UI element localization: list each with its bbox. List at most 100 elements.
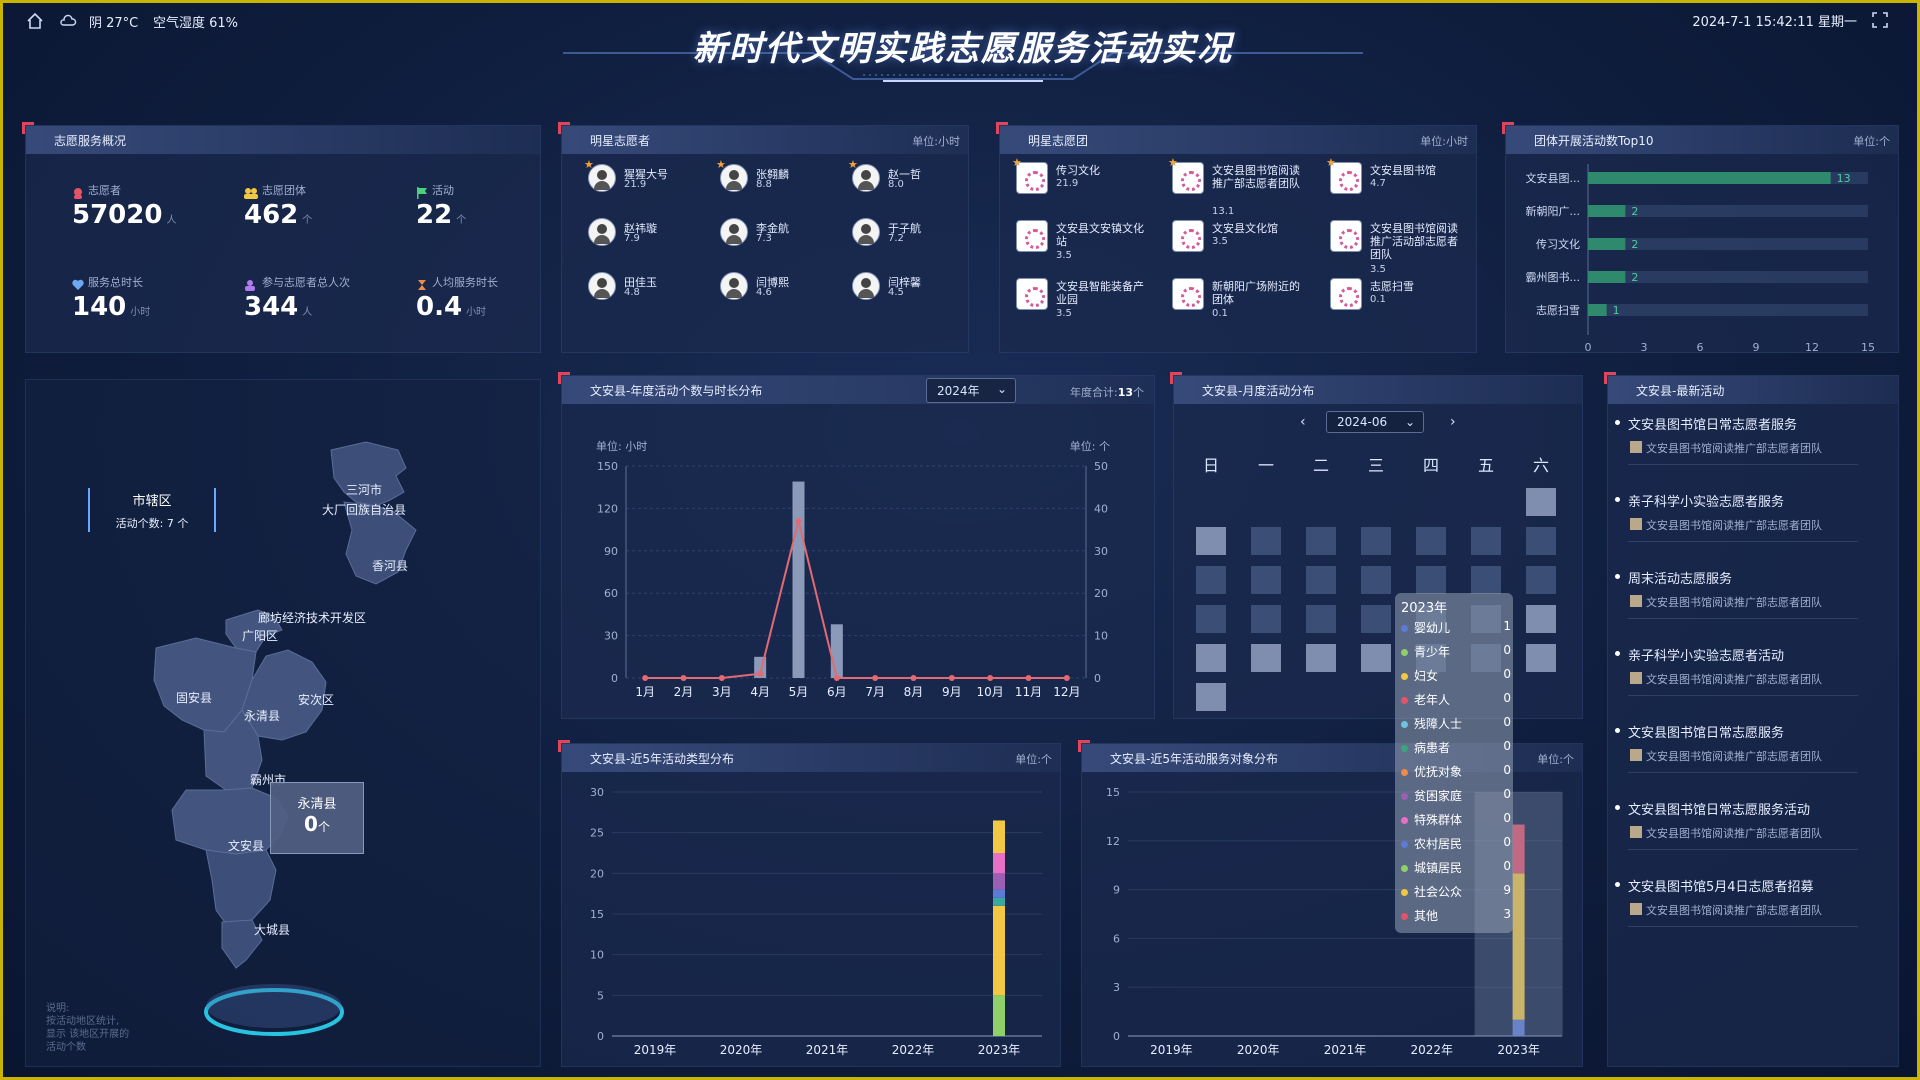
stack-xtick: 2022年 bbox=[892, 1043, 935, 1057]
annual-point[interactable] bbox=[833, 675, 840, 681]
prev-month-button[interactable]: ‹ bbox=[1300, 414, 1306, 430]
annual-point[interactable] bbox=[718, 675, 725, 681]
calendar-day[interactable] bbox=[1526, 488, 1556, 516]
latest-item-title[interactable]: 亲子科学小实验志愿者活动 bbox=[1615, 645, 1858, 664]
calendar-day[interactable] bbox=[1361, 605, 1391, 633]
annual-point[interactable] bbox=[948, 675, 955, 681]
annual-y2tick: 0 bbox=[1094, 672, 1101, 685]
top10-tick: 15 bbox=[1861, 341, 1875, 352]
top10-bar[interactable] bbox=[1588, 238, 1626, 250]
latest-item[interactable]: 文安县图书馆日常志愿者服务 文安县图书馆阅读推广部志愿者团队 bbox=[1615, 414, 1858, 465]
year-select[interactable]: 2024年 ⌄ bbox=[926, 378, 1016, 403]
latest-item-title[interactable]: 文安县图书馆日常志愿服务 bbox=[1615, 722, 1858, 741]
calendar-day[interactable] bbox=[1196, 683, 1226, 711]
fullscreen-icon[interactable] bbox=[1871, 11, 1889, 29]
calendar-day[interactable] bbox=[1526, 527, 1556, 555]
calendar-day[interactable] bbox=[1361, 566, 1391, 594]
top10-bar[interactable] bbox=[1588, 271, 1626, 283]
group-icon bbox=[244, 184, 258, 199]
latest-item[interactable]: 文安县图书馆日常志愿服务活动 文安县图书馆阅读推广部志愿者团队 bbox=[1615, 799, 1858, 850]
calendar-day[interactable] bbox=[1196, 566, 1226, 594]
calendar-day[interactable] bbox=[1251, 566, 1281, 594]
latest-item[interactable]: 文安县图书馆5月4日志愿者招募 文安县图书馆阅读推广部志愿者团队 bbox=[1615, 876, 1858, 927]
volunteer-hours: 8.8 bbox=[756, 179, 772, 190]
calendar-day[interactable] bbox=[1251, 644, 1281, 672]
latest-item[interactable]: 周末活动志愿服务 文安县图书馆阅读推广部志愿者团队 bbox=[1615, 568, 1858, 619]
calendar-day[interactable] bbox=[1251, 605, 1281, 633]
annual-point[interactable] bbox=[680, 675, 687, 681]
star-volunteers-panel: 明星志愿者 单位:小时 ★ 猩猩大号 21.9 ★ 张翱麟 8.8 ★ 赵一哲 8.0 赵祎璇 7.9… bbox=[558, 122, 969, 353]
annual-point[interactable] bbox=[872, 675, 879, 681]
map-hover-name: 永清县 bbox=[297, 797, 337, 812]
annual-point[interactable] bbox=[1063, 675, 1070, 681]
calendar-day[interactable] bbox=[1471, 566, 1501, 594]
latest-item-org: 文安县图书馆阅读推广部志愿者团队 bbox=[1628, 517, 1858, 533]
calendar-day[interactable] bbox=[1306, 605, 1336, 633]
calendar-day[interactable] bbox=[1471, 527, 1501, 555]
annual-point[interactable] bbox=[757, 670, 764, 677]
calendar-day[interactable] bbox=[1526, 566, 1556, 594]
stack-segment[interactable] bbox=[993, 995, 1005, 1036]
team-hours: 3.5 bbox=[1056, 250, 1072, 261]
calendar-day[interactable] bbox=[1196, 644, 1226, 672]
annual-point[interactable] bbox=[1025, 675, 1032, 681]
tooltip-series-value: 0 bbox=[1503, 691, 1511, 705]
calendar-day[interactable] bbox=[1196, 527, 1226, 555]
annual-point[interactable] bbox=[795, 518, 802, 525]
top10-bar[interactable] bbox=[1588, 205, 1626, 217]
top10-value: 2 bbox=[1631, 271, 1638, 284]
calendar-day[interactable] bbox=[1306, 566, 1336, 594]
calendar-day[interactable] bbox=[1416, 566, 1446, 594]
map-label-yongqing: 永清县 bbox=[244, 709, 280, 723]
calendar-day[interactable] bbox=[1361, 527, 1391, 555]
top10-tick: 6 bbox=[1697, 341, 1704, 352]
team-logo bbox=[1330, 278, 1362, 310]
stack-segment[interactable] bbox=[993, 820, 1005, 853]
map-district-tag[interactable]: 市辖区 活动个数: 7 个 bbox=[88, 488, 216, 532]
tooltip-series-name: 农村居民 bbox=[1414, 837, 1463, 851]
annual-point[interactable] bbox=[910, 675, 917, 681]
bullet-icon bbox=[1615, 574, 1620, 579]
stack-segment[interactable] bbox=[993, 853, 1005, 874]
top10-bar[interactable] bbox=[1588, 304, 1607, 316]
home-icon[interactable] bbox=[25, 11, 45, 31]
star-teams-unit: 单位:小时 bbox=[1420, 135, 1468, 148]
stack-xtick: 2019年 bbox=[1150, 1043, 1193, 1057]
calendar-day[interactable] bbox=[1251, 527, 1281, 555]
calendar-day[interactable] bbox=[1361, 644, 1391, 672]
calendar-day[interactable] bbox=[1416, 527, 1446, 555]
stack-segment[interactable] bbox=[993, 897, 1005, 906]
latest-item[interactable]: 文安县图书馆日常志愿服务 文安县图书馆阅读推广部志愿者团队 bbox=[1615, 722, 1858, 773]
stack-segment[interactable] bbox=[993, 889, 1005, 898]
latest-item-title[interactable]: 文安县图书馆日常志愿者服务 bbox=[1615, 414, 1858, 433]
annual-bar[interactable] bbox=[830, 624, 843, 678]
annual-ytick: 0 bbox=[611, 672, 618, 685]
annual-point[interactable] bbox=[987, 675, 994, 681]
latest-item-title[interactable]: 文安县图书馆日常志愿服务活动 bbox=[1615, 799, 1858, 818]
annual-bar[interactable] bbox=[792, 481, 805, 678]
latest-item[interactable]: 亲子科学小实验志愿者服务文安县图书馆阅读推广部志愿者团队 bbox=[1615, 491, 1858, 542]
latest-item-title[interactable]: 周末活动志愿服务 bbox=[1615, 568, 1858, 587]
calendar-day[interactable] bbox=[1306, 527, 1336, 555]
star-icon: ★ bbox=[848, 158, 858, 171]
month-select[interactable]: 2024-06 ⌄ bbox=[1326, 411, 1424, 433]
stack-ytick: 0 bbox=[1113, 1030, 1120, 1043]
annual-point[interactable] bbox=[642, 675, 649, 681]
next-month-button[interactable]: › bbox=[1450, 414, 1456, 430]
latest-item[interactable]: 亲子科学小实验志愿者活动 文安县图书馆阅读推广部志愿者团队 bbox=[1615, 645, 1858, 696]
calendar-day[interactable] bbox=[1196, 605, 1226, 633]
stack-segment[interactable] bbox=[993, 873, 1005, 890]
stack-segment[interactable] bbox=[993, 905, 1005, 996]
calendar-day[interactable] bbox=[1526, 644, 1556, 672]
top10-tick: 3 bbox=[1641, 341, 1648, 352]
volunteer-hours: 4.5 bbox=[888, 287, 904, 298]
tooltip-title: 2023年 bbox=[1401, 601, 1448, 616]
latest-item-title[interactable]: 亲子科学小实验志愿者服务 bbox=[1615, 491, 1858, 510]
volunteer-hours: 8.0 bbox=[888, 179, 904, 190]
calendar-day[interactable] bbox=[1306, 644, 1336, 672]
top10-bar[interactable] bbox=[1588, 172, 1831, 184]
stack-xtick: 2019年 bbox=[634, 1043, 677, 1057]
calendar-day[interactable] bbox=[1526, 605, 1556, 633]
org-logo-icon bbox=[1630, 826, 1642, 838]
latest-item-title[interactable]: 文安县图书馆5月4日志愿者招募 bbox=[1615, 876, 1858, 895]
